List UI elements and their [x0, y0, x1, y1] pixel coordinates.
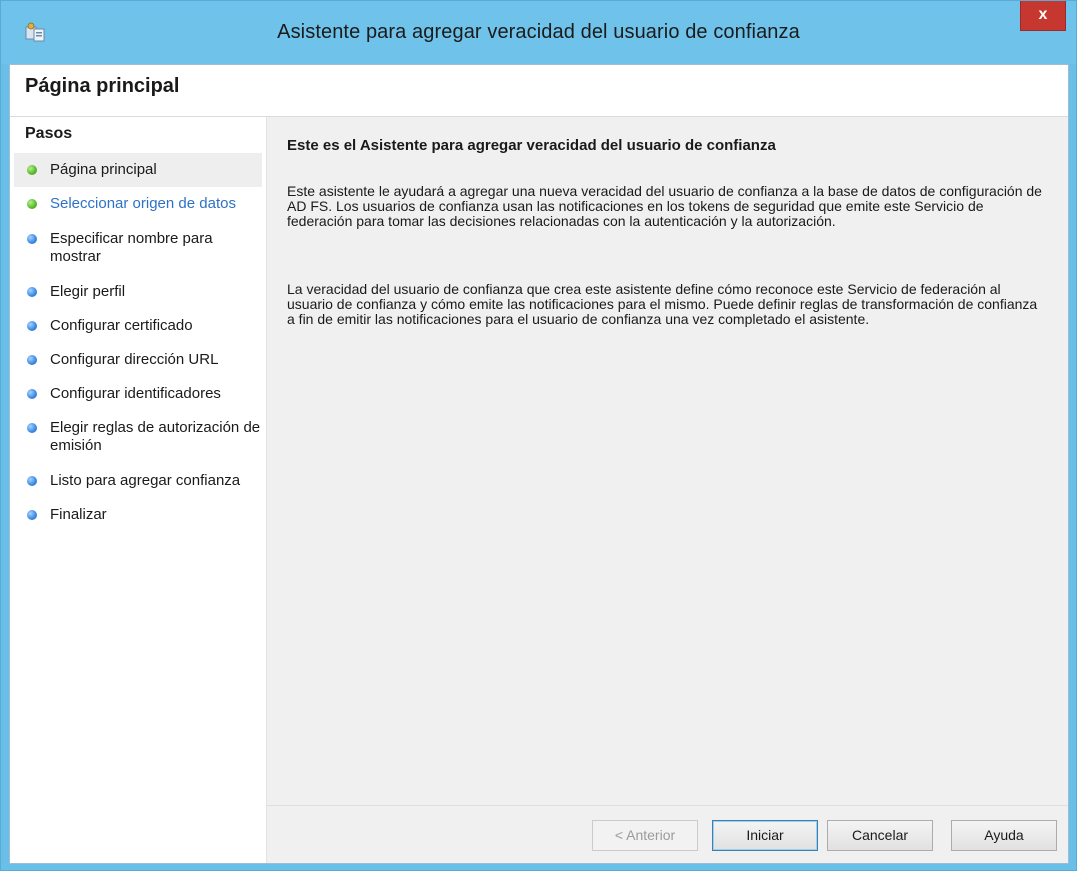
step-configurar-identificadores[interactable]: Configurar identificadores	[14, 385, 262, 403]
steps-sidebar: Pasos Página principal Seleccionar orige…	[10, 117, 267, 863]
back-button[interactable]: < Anterior	[592, 820, 698, 851]
start-button[interactable]: Iniciar	[712, 820, 818, 851]
step-elegir-perfil[interactable]: Elegir perfil	[14, 283, 262, 301]
step-completed-icon	[27, 165, 37, 175]
step-completed-icon	[27, 199, 37, 209]
wizard-window: Asistente para agregar veracidad del usu…	[0, 0, 1077, 871]
step-pending-icon	[27, 321, 37, 331]
step-pending-icon	[27, 234, 37, 244]
content-title: Este es el Asistente para agregar veraci…	[287, 137, 776, 154]
title-bar[interactable]: Asistente para agregar veracidad del usu…	[1, 1, 1076, 64]
button-bar: < Anterior Iniciar Cancelar Ayuda	[267, 805, 1068, 863]
step-especificar-nombre[interactable]: Especificar nombre para mostrar	[14, 230, 262, 266]
help-button[interactable]: Ayuda	[951, 820, 1057, 851]
content-pane: Este es el Asistente para agregar veraci…	[267, 117, 1068, 806]
step-pending-icon	[27, 287, 37, 297]
step-seleccionar-origen[interactable]: Seleccionar origen de datos	[14, 195, 262, 213]
step-configurar-certificado[interactable]: Configurar certificado	[14, 317, 262, 335]
page-header: Página principal	[10, 65, 1068, 117]
step-configurar-url[interactable]: Configurar dirección URL	[14, 351, 262, 369]
step-label: Página principal	[50, 161, 157, 178]
step-label: Configurar certificado	[50, 317, 193, 334]
step-pending-icon	[27, 476, 37, 486]
step-label: Seleccionar origen de datos	[50, 195, 236, 212]
window-title: Asistente para agregar veracidad del usu…	[277, 21, 800, 43]
cancel-button[interactable]: Cancelar	[827, 820, 933, 851]
step-label: Configurar dirección URL	[50, 351, 219, 368]
step-listo-para-agregar[interactable]: Listo para agregar confianza	[14, 472, 262, 490]
step-label: Elegir perfil	[50, 283, 126, 300]
step-label: Finalizar	[50, 506, 107, 523]
step-label: Especificar nombre para mostrar	[50, 230, 213, 265]
step-label: Listo para agregar confianza	[50, 472, 241, 489]
close-button[interactable]: x	[1020, 1, 1066, 31]
step-finalizar[interactable]: Finalizar	[14, 506, 262, 524]
step-elegir-reglas[interactable]: Elegir reglas de autorización de emisión	[14, 419, 262, 455]
step-pending-icon	[27, 510, 37, 520]
step-pending-icon	[27, 355, 37, 365]
step-pagina-principal[interactable]: Página principal	[14, 153, 262, 187]
step-label: Elegir reglas de autorización de emisión	[50, 419, 261, 454]
step-pending-icon	[27, 389, 37, 399]
description-paragraph: La veracidad del usuario de confianza qu…	[287, 281, 1038, 327]
page-title: Página principal	[25, 75, 180, 97]
step-label: Configurar identificadores	[50, 385, 221, 402]
steps-heading: Pasos	[25, 125, 73, 142]
wizard-client-area: Página principal Pasos Página principal …	[9, 64, 1069, 864]
step-pending-icon	[27, 423, 37, 433]
intro-paragraph: Este asistente le ayudará a agregar una …	[287, 183, 1042, 229]
